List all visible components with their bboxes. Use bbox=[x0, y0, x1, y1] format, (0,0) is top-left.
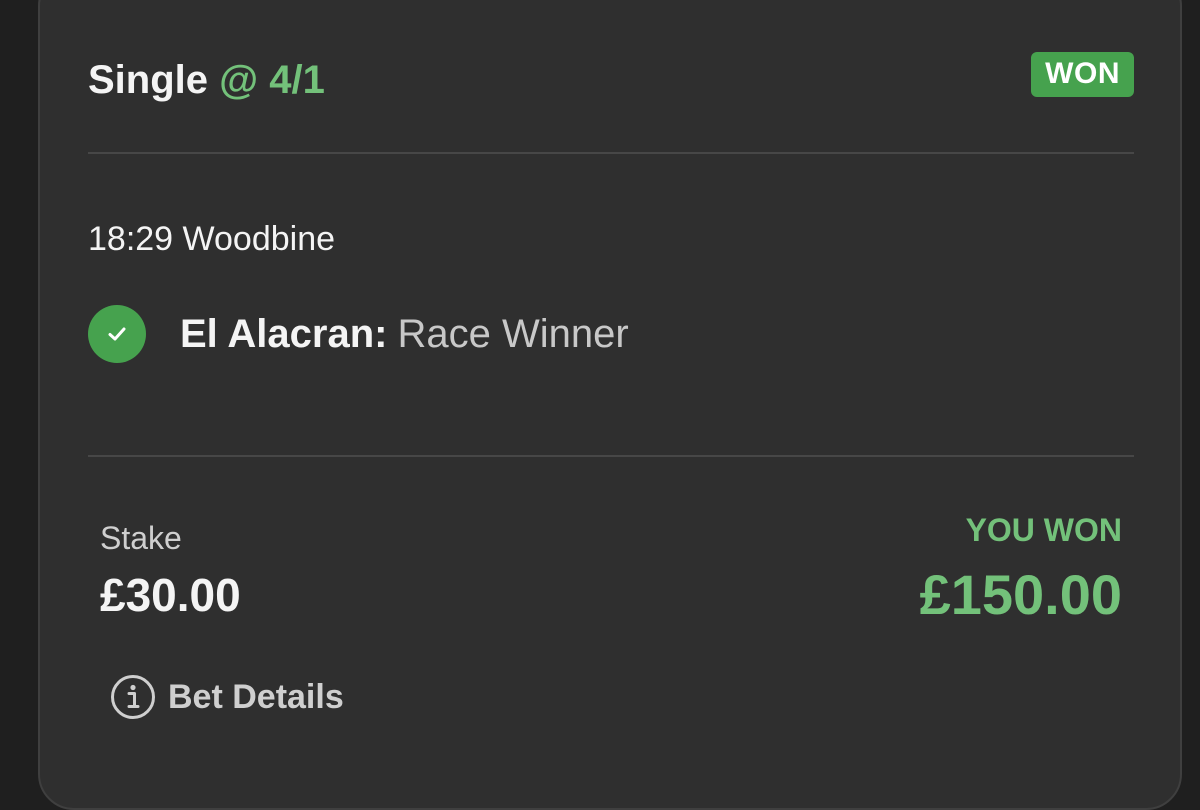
bet-type: Single bbox=[88, 58, 209, 102]
bet-title: Single @ 4/1 bbox=[88, 58, 325, 103]
status-badge: WON bbox=[1031, 52, 1134, 97]
stake-label: Stake bbox=[100, 520, 182, 556]
returns-label: YOU WON bbox=[965, 512, 1122, 548]
check-icon bbox=[88, 305, 146, 363]
stake-value: £30.00 bbox=[100, 569, 241, 621]
bet-header: Single @ 4/1 WON bbox=[88, 52, 1134, 138]
divider bbox=[88, 152, 1134, 154]
bet-details-label: Bet Details bbox=[168, 677, 344, 716]
divider bbox=[88, 455, 1134, 457]
returns-value: £150.00 bbox=[919, 563, 1122, 626]
selection-row: El Alacran: Race Winner bbox=[88, 304, 629, 364]
bet-details-button[interactable]: Bet Details bbox=[110, 674, 344, 720]
bet-odds: @ 4/1 bbox=[219, 58, 325, 102]
event-time-venue: 18:29 Woodbine bbox=[88, 220, 336, 258]
selection-name: El Alacran: bbox=[180, 311, 388, 356]
info-icon bbox=[111, 675, 155, 719]
selection-market: Race Winner bbox=[397, 311, 629, 356]
bet-card: Single @ 4/1 WON 18:29 Woodbine El Alacr… bbox=[38, 0, 1182, 810]
